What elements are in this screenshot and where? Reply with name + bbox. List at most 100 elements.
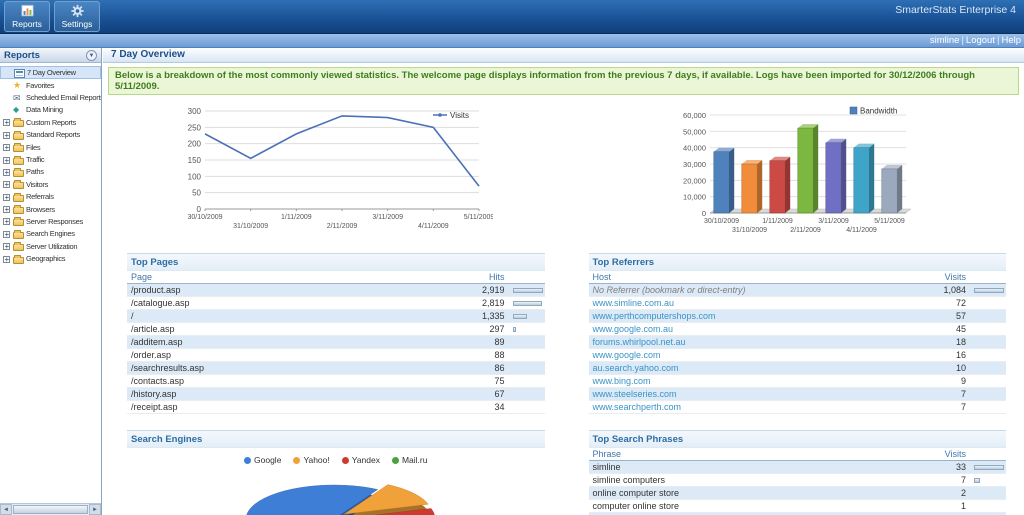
svg-text:0: 0: [702, 209, 706, 218]
row-label: online computer store: [593, 488, 680, 498]
charts-row: 05010015020025030030/10/200931/10/20091/…: [103, 97, 1024, 249]
nav-settings-label: Settings: [62, 19, 93, 29]
table-header-row: Page Hits: [127, 271, 545, 284]
expander-spacer: [4, 69, 12, 77]
sidebar-collapse-button[interactable]: ▼: [86, 50, 97, 61]
expander-spacer: [3, 94, 11, 102]
sidebar-item-label: Custom Reports: [26, 118, 76, 127]
column-header-page: Page: [127, 271, 451, 284]
row-label-cell: forums.whirlpool.net.au: [589, 336, 913, 349]
svg-text:20,000: 20,000: [683, 176, 706, 185]
row-value: 75: [451, 375, 509, 388]
svg-text:Visits: Visits: [450, 111, 469, 120]
row-value: 67: [451, 388, 509, 401]
table-row: www.perthcomputershops.com57: [589, 310, 1007, 323]
row-bar-cell: [970, 401, 1006, 414]
expand-plus-icon[interactable]: [3, 231, 10, 238]
sidebar-horizontal-scrollbar[interactable]: ◄ ►: [0, 503, 101, 515]
nav-reports-button[interactable]: Reports: [4, 1, 50, 32]
table-row: www.google.com.au45: [589, 323, 1007, 336]
referrer-link[interactable]: www.google.com: [593, 350, 661, 360]
nav-settings-button[interactable]: Settings: [54, 1, 100, 32]
row-label-cell: simline computers: [589, 474, 913, 487]
sidebar-item-standard-reports[interactable]: Standard Reports: [0, 129, 101, 141]
sidebar-item-label: Visitors: [26, 180, 48, 189]
referrer-link[interactable]: www.bing.com: [593, 376, 651, 386]
svg-text:250: 250: [188, 123, 202, 132]
row-value: 88: [451, 349, 509, 362]
user-account-link[interactable]: simline: [930, 35, 960, 46]
visits-chart-cell: 05010015020025030030/10/200931/10/20091/…: [103, 97, 564, 249]
sidebar-item-files[interactable]: Files: [0, 141, 101, 153]
table-row: www.simline.com.au72: [589, 297, 1007, 310]
row-label-cell: /searchresults.asp: [127, 362, 451, 375]
referrer-link[interactable]: www.searchperth.com: [593, 402, 682, 412]
row-label: /contacts.asp: [131, 376, 184, 386]
sidebar-item-label: Server Utilization: [26, 242, 77, 251]
sidebar-item-paths[interactable]: Paths: [0, 166, 101, 178]
sidebar-item-label: Scheduled Email Reports: [26, 93, 101, 102]
sidebar-item-search-engines[interactable]: Search Engines: [0, 228, 101, 240]
row-label-cell: /: [127, 310, 451, 323]
referrer-link[interactable]: www.simline.com.au: [593, 298, 675, 308]
expand-plus-icon[interactable]: [3, 144, 10, 151]
sidebar-item-label: Search Engines: [26, 229, 75, 238]
sidebar-item-traffic[interactable]: Traffic: [0, 153, 101, 165]
logout-link[interactable]: Logout: [966, 35, 995, 46]
sidebar-item-server-responses[interactable]: Server Responses: [0, 215, 101, 227]
sidebar-item-favorites[interactable]: Favorites: [0, 79, 101, 91]
referrer-link[interactable]: www.google.com.au: [593, 324, 674, 334]
legend-dot: [342, 457, 349, 464]
expand-plus-icon[interactable]: [3, 132, 10, 139]
expand-plus-icon[interactable]: [3, 119, 10, 126]
top-pages-section: Top Pages Page Hits /product.asp2,919/ca…: [127, 253, 545, 414]
legend-dot: [392, 457, 399, 464]
scroll-right-arrow[interactable]: ►: [89, 504, 101, 515]
table-row: www.steelseries.com7: [589, 388, 1007, 401]
row-value: 1,084: [912, 284, 970, 297]
scroll-thumb[interactable]: [13, 505, 88, 514]
bandwidth-chart-cell: 010,00020,00030,00040,00050,00060,00030/…: [564, 97, 1024, 249]
row-label-cell: /catalogue.asp: [127, 297, 451, 310]
row-bar-cell: [509, 297, 545, 310]
referrer-link[interactable]: www.steelseries.com: [593, 389, 677, 399]
sidebar-item-browsers[interactable]: Browsers: [0, 203, 101, 215]
sidebar-item-label: Referrals: [26, 192, 54, 201]
table-row: www.bing.com9: [589, 375, 1007, 388]
help-link[interactable]: Help: [1001, 35, 1021, 46]
sidebar-item-label: Favorites: [26, 81, 54, 90]
sidebar-item-custom-reports[interactable]: Custom Reports: [0, 116, 101, 128]
row-label-cell: online computer store: [589, 487, 913, 500]
referrer-link[interactable]: www.perthcomputershops.com: [593, 311, 716, 321]
expand-plus-icon[interactable]: [3, 243, 10, 250]
value-bar: [974, 288, 1004, 293]
sidebar-item-geographics[interactable]: Geographics: [0, 252, 101, 264]
row-label-cell: www.google.com.au: [589, 323, 913, 336]
sidebar-item-visitors[interactable]: Visitors: [0, 178, 101, 190]
scroll-left-arrow[interactable]: ◄: [0, 504, 12, 515]
referrer-link[interactable]: au.search.yahoo.com: [593, 363, 679, 373]
row-value: 7: [912, 401, 970, 414]
sidebar-item-referrals[interactable]: Referrals: [0, 191, 101, 203]
sidebar-item-server-utilization[interactable]: Server Utilization: [0, 240, 101, 252]
expand-plus-icon[interactable]: [3, 256, 10, 263]
top-bar: Reports Settings: [0, 0, 1024, 34]
referrer-link[interactable]: forums.whirlpool.net.au: [593, 337, 686, 347]
expand-plus-icon[interactable]: [3, 181, 10, 188]
table-row: /additem.asp89: [127, 336, 545, 349]
sidebar-item-data-mining[interactable]: Data Mining: [0, 104, 101, 116]
expand-plus-icon[interactable]: [3, 169, 10, 176]
notice-banner: Below is a breakdown of the most commonl…: [108, 67, 1019, 95]
row-bar-cell: [970, 362, 1006, 375]
expand-plus-icon[interactable]: [3, 206, 10, 213]
app-title: SmarterStats Enterprise 4: [895, 4, 1016, 16]
sidebar-item-7-day-overview[interactable]: 7 Day Overview: [0, 66, 101, 79]
mail-icon: [13, 93, 24, 103]
sidebar-item-scheduled-email-reports[interactable]: Scheduled Email Reports: [0, 91, 101, 103]
user-bar: simline|Logout|Help: [0, 34, 1024, 48]
expand-plus-icon[interactable]: [3, 218, 10, 225]
expand-plus-icon[interactable]: [3, 194, 10, 201]
sidebar-item-label: Data Mining: [26, 105, 63, 114]
sidebar-header: Reports ▼: [0, 48, 101, 63]
expand-plus-icon[interactable]: [3, 157, 10, 164]
